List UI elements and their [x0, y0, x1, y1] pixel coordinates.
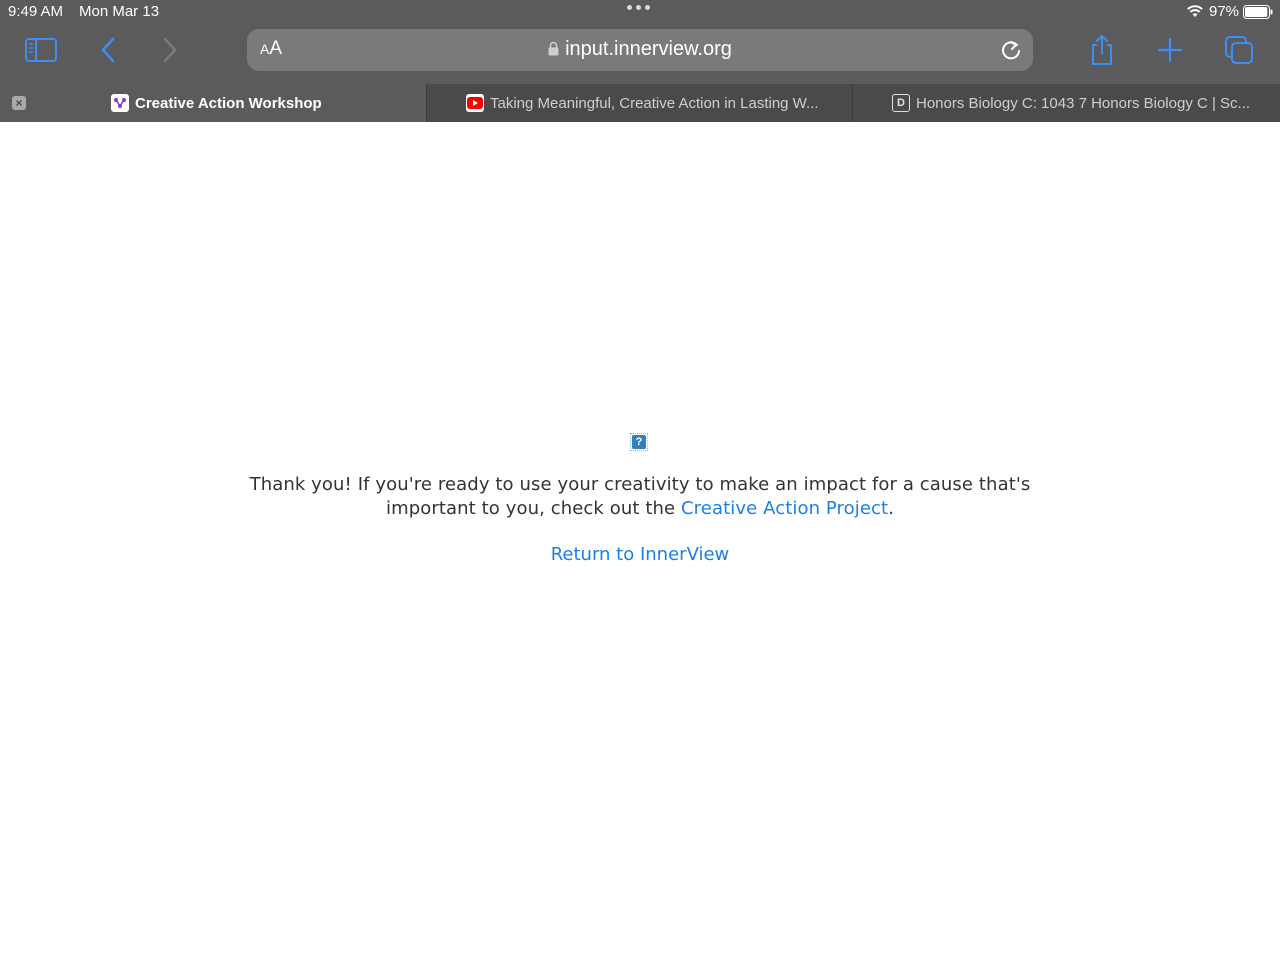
- new-tab-plus-icon[interactable]: [1150, 30, 1190, 70]
- sidebar-toggle-icon[interactable]: [21, 30, 61, 70]
- thank-you-message: Thank you! If you're ready to use your c…: [249, 474, 1031, 519]
- youtube-icon: [466, 94, 484, 112]
- back-icon[interactable]: [88, 30, 128, 70]
- broken-image-icon: ?: [630, 433, 648, 451]
- d-letter-icon: D: [892, 94, 910, 112]
- tab-bar: × Creative Action Workshop Taking Meanin…: [0, 84, 1280, 122]
- tab-honors-biology[interactable]: D Honors Biology C: 1043 7 Honors Biolog…: [853, 84, 1280, 122]
- battery-icon: [1243, 5, 1273, 23]
- tab-creative-action-workshop[interactable]: × Creative Action Workshop: [0, 84, 426, 122]
- status-bar: 9:49 AM Mon Mar 13 97%: [0, 0, 1280, 24]
- address-bar[interactable]: AA input.innerview.org: [247, 29, 1033, 71]
- forward-icon[interactable]: [150, 30, 190, 70]
- creative-action-project-link[interactable]: Creative Action Project: [681, 498, 888, 519]
- status-time: 9:49 AM: [8, 3, 64, 20]
- innerview-logo-icon: [111, 94, 129, 112]
- share-icon[interactable]: [1082, 30, 1122, 70]
- return-to-innerview-link[interactable]: Return to InnerView: [551, 544, 730, 565]
- tab-title: Honors Biology C: 1043 7 Honors Biology …: [916, 94, 1251, 112]
- tab-taking-meaningful-action[interactable]: Taking Meaningful, Creative Action in La…: [427, 84, 852, 122]
- close-tab-icon[interactable]: ×: [12, 96, 26, 110]
- status-date: Mon Mar 13: [79, 3, 160, 20]
- browser-chrome: 9:49 AM Mon Mar 13 97% AA input.innervie…: [0, 0, 1280, 122]
- lock-icon: [548, 39, 559, 62]
- tab-overview-icon[interactable]: [1219, 30, 1259, 70]
- reload-icon[interactable]: [999, 38, 1023, 62]
- tab-title: Creative Action Workshop: [135, 94, 322, 112]
- wifi-icon: [1186, 4, 1204, 22]
- tab-title: Taking Meaningful, Creative Action in La…: [490, 94, 819, 112]
- battery-percent: 97%: [1209, 3, 1240, 20]
- url-text: input.innerview.org: [565, 38, 732, 60]
- multitasking-dots-icon[interactable]: [627, 5, 650, 10]
- page-content: ? Thank you! If you're ready to use your…: [0, 122, 1280, 960]
